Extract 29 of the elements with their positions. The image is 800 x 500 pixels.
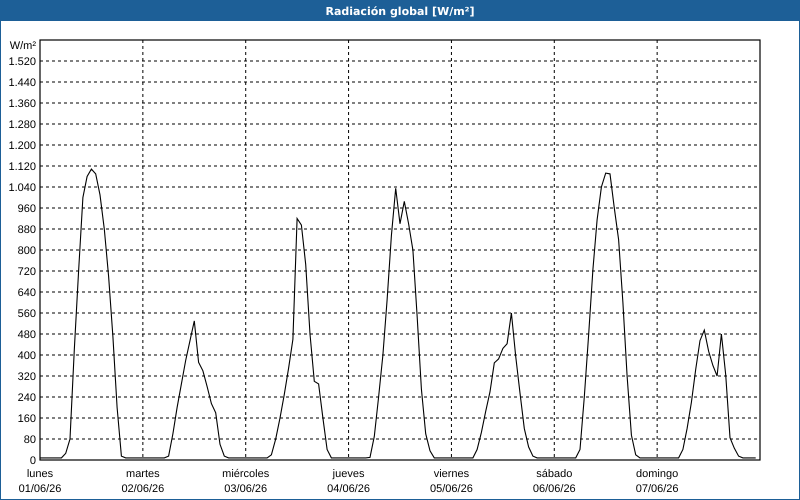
axis-tick-label: viernes 05/06/26 <box>430 468 473 495</box>
axis-tick-label: 720 <box>18 266 36 278</box>
axis-tick-label: 1.440 <box>8 77 36 89</box>
axis-tick-label: sábado 06/06/26 <box>532 468 576 495</box>
axis-tick-label: domingo 07/06/26 <box>636 468 679 495</box>
axis-tick-label: 800 <box>18 245 36 257</box>
axis-tick-label: 0 <box>30 455 36 467</box>
axis-tick-label: 960 <box>18 203 36 215</box>
axis-tick-label: 160 <box>18 413 36 425</box>
axis-tick-label: 320 <box>18 371 36 383</box>
axis-tick-label: 240 <box>18 392 36 404</box>
axis-tick-label: 560 <box>18 308 36 320</box>
axis-tick-label: jueves 04/06/26 <box>327 468 370 495</box>
axis-tick-label: miércoles 03/06/26 <box>222 468 270 495</box>
axis-title: W/m² <box>10 40 36 52</box>
axis-tick-label: lunes 01/06/26 <box>18 468 62 495</box>
axis-tick-label: 1.200 <box>8 140 36 152</box>
axis-tick-label: 1.520 <box>8 56 36 68</box>
axis-tick-label: 1.280 <box>8 119 36 131</box>
axis-tick-label: 80 <box>24 434 36 446</box>
axis-tick-label: 1.360 <box>8 98 36 110</box>
axis-tick-label: 1.040 <box>8 182 36 194</box>
axis-tick-label: martes 02/06/26 <box>121 468 164 495</box>
axis-tick-label: 1.120 <box>8 161 36 173</box>
axis-tick-label: 880 <box>18 224 36 236</box>
window-title: Radiación global [W/m²] <box>325 4 475 18</box>
axis-tick-label: 480 <box>18 329 36 341</box>
axis-tick-label: 400 <box>18 350 36 362</box>
axis-tick-label: 640 <box>18 287 36 299</box>
